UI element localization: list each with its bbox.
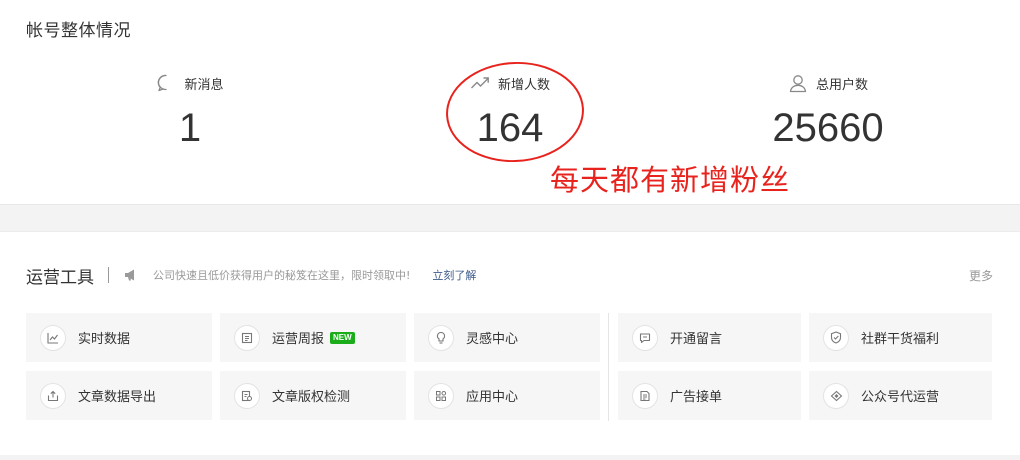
tool-article-data-export[interactable]: 文章数据导出: [26, 371, 212, 420]
stat-total-users-value: 25660: [772, 106, 884, 150]
stat-new-messages[interactable]: 新消息 1: [90, 72, 290, 148]
ad-document-icon: [632, 382, 658, 409]
tool-label: 广告接单: [670, 390, 723, 405]
tool-enable-comments[interactable]: 开通留言: [618, 313, 801, 362]
tool-label: 文章数据导出: [78, 390, 157, 405]
tool-label: 开通留言: [670, 332, 723, 347]
diamond-tag-icon: [823, 382, 849, 409]
title-separator: [108, 267, 109, 283]
megaphone-icon: [123, 268, 139, 282]
stat-new-messages-label: 新消息: [184, 77, 224, 93]
overview-title: 帐号整体情况: [26, 21, 131, 41]
tool-label: 实时数据: [78, 332, 131, 347]
tool-community-benefits[interactable]: 社群干货福利: [809, 313, 992, 362]
comment-icon: [632, 324, 658, 351]
tool-ad-orders[interactable]: 广告接单: [618, 371, 801, 420]
promo-text: 公司快速且低价获得用户的秘笈在这里，限时领取中!: [153, 269, 411, 282]
tool-label: 社群干货福利: [861, 332, 940, 347]
tool-inspiration-center[interactable]: 灵感中心: [414, 313, 600, 362]
tool-app-center[interactable]: 应用中心: [414, 371, 600, 420]
tools-header: 运营工具 公司快速且低价获得用户的秘笈在这里，限时领取中! 立刻了解 更多: [26, 263, 993, 288]
tool-account-management-service[interactable]: 公众号代运营: [809, 371, 992, 420]
message-icon: [156, 73, 176, 93]
learn-more-link[interactable]: 立刻了解: [432, 267, 476, 283]
section-divider: [0, 204, 1020, 232]
chart-icon: [40, 324, 66, 351]
more-link[interactable]: 更多: [969, 267, 993, 284]
tool-label: 应用中心: [466, 390, 519, 405]
tools-column-divider: [608, 313, 609, 421]
stat-new-messages-value: 1: [178, 106, 202, 150]
export-icon: [40, 382, 66, 409]
tools-title: 运营工具: [26, 267, 94, 288]
user-icon: [788, 73, 808, 93]
weekly-report-icon: [234, 324, 260, 351]
copyright-check-icon: [234, 382, 260, 409]
apps-grid-icon: [428, 382, 454, 409]
tool-label: 灵感中心: [466, 332, 519, 347]
tool-weekly-report[interactable]: 运营周报 NEW: [220, 313, 406, 362]
tool-label: 公众号代运营: [861, 390, 940, 405]
tool-label: 文章版权检测: [272, 390, 351, 405]
lightbulb-icon: [428, 324, 454, 351]
bottom-divider: [0, 455, 1020, 460]
new-badge: NEW: [330, 331, 355, 344]
tool-realtime-data[interactable]: 实时数据: [26, 313, 212, 362]
tool-label: 运营周报: [272, 332, 325, 347]
tool-copyright-check[interactable]: 文章版权检测: [220, 371, 406, 420]
stat-total-users[interactable]: 总用户数 25660: [728, 72, 928, 148]
shield-check-icon: [823, 324, 849, 351]
annotation-text: 每天都有新增粉丝: [550, 163, 791, 197]
stat-total-users-label: 总用户数: [815, 77, 868, 93]
